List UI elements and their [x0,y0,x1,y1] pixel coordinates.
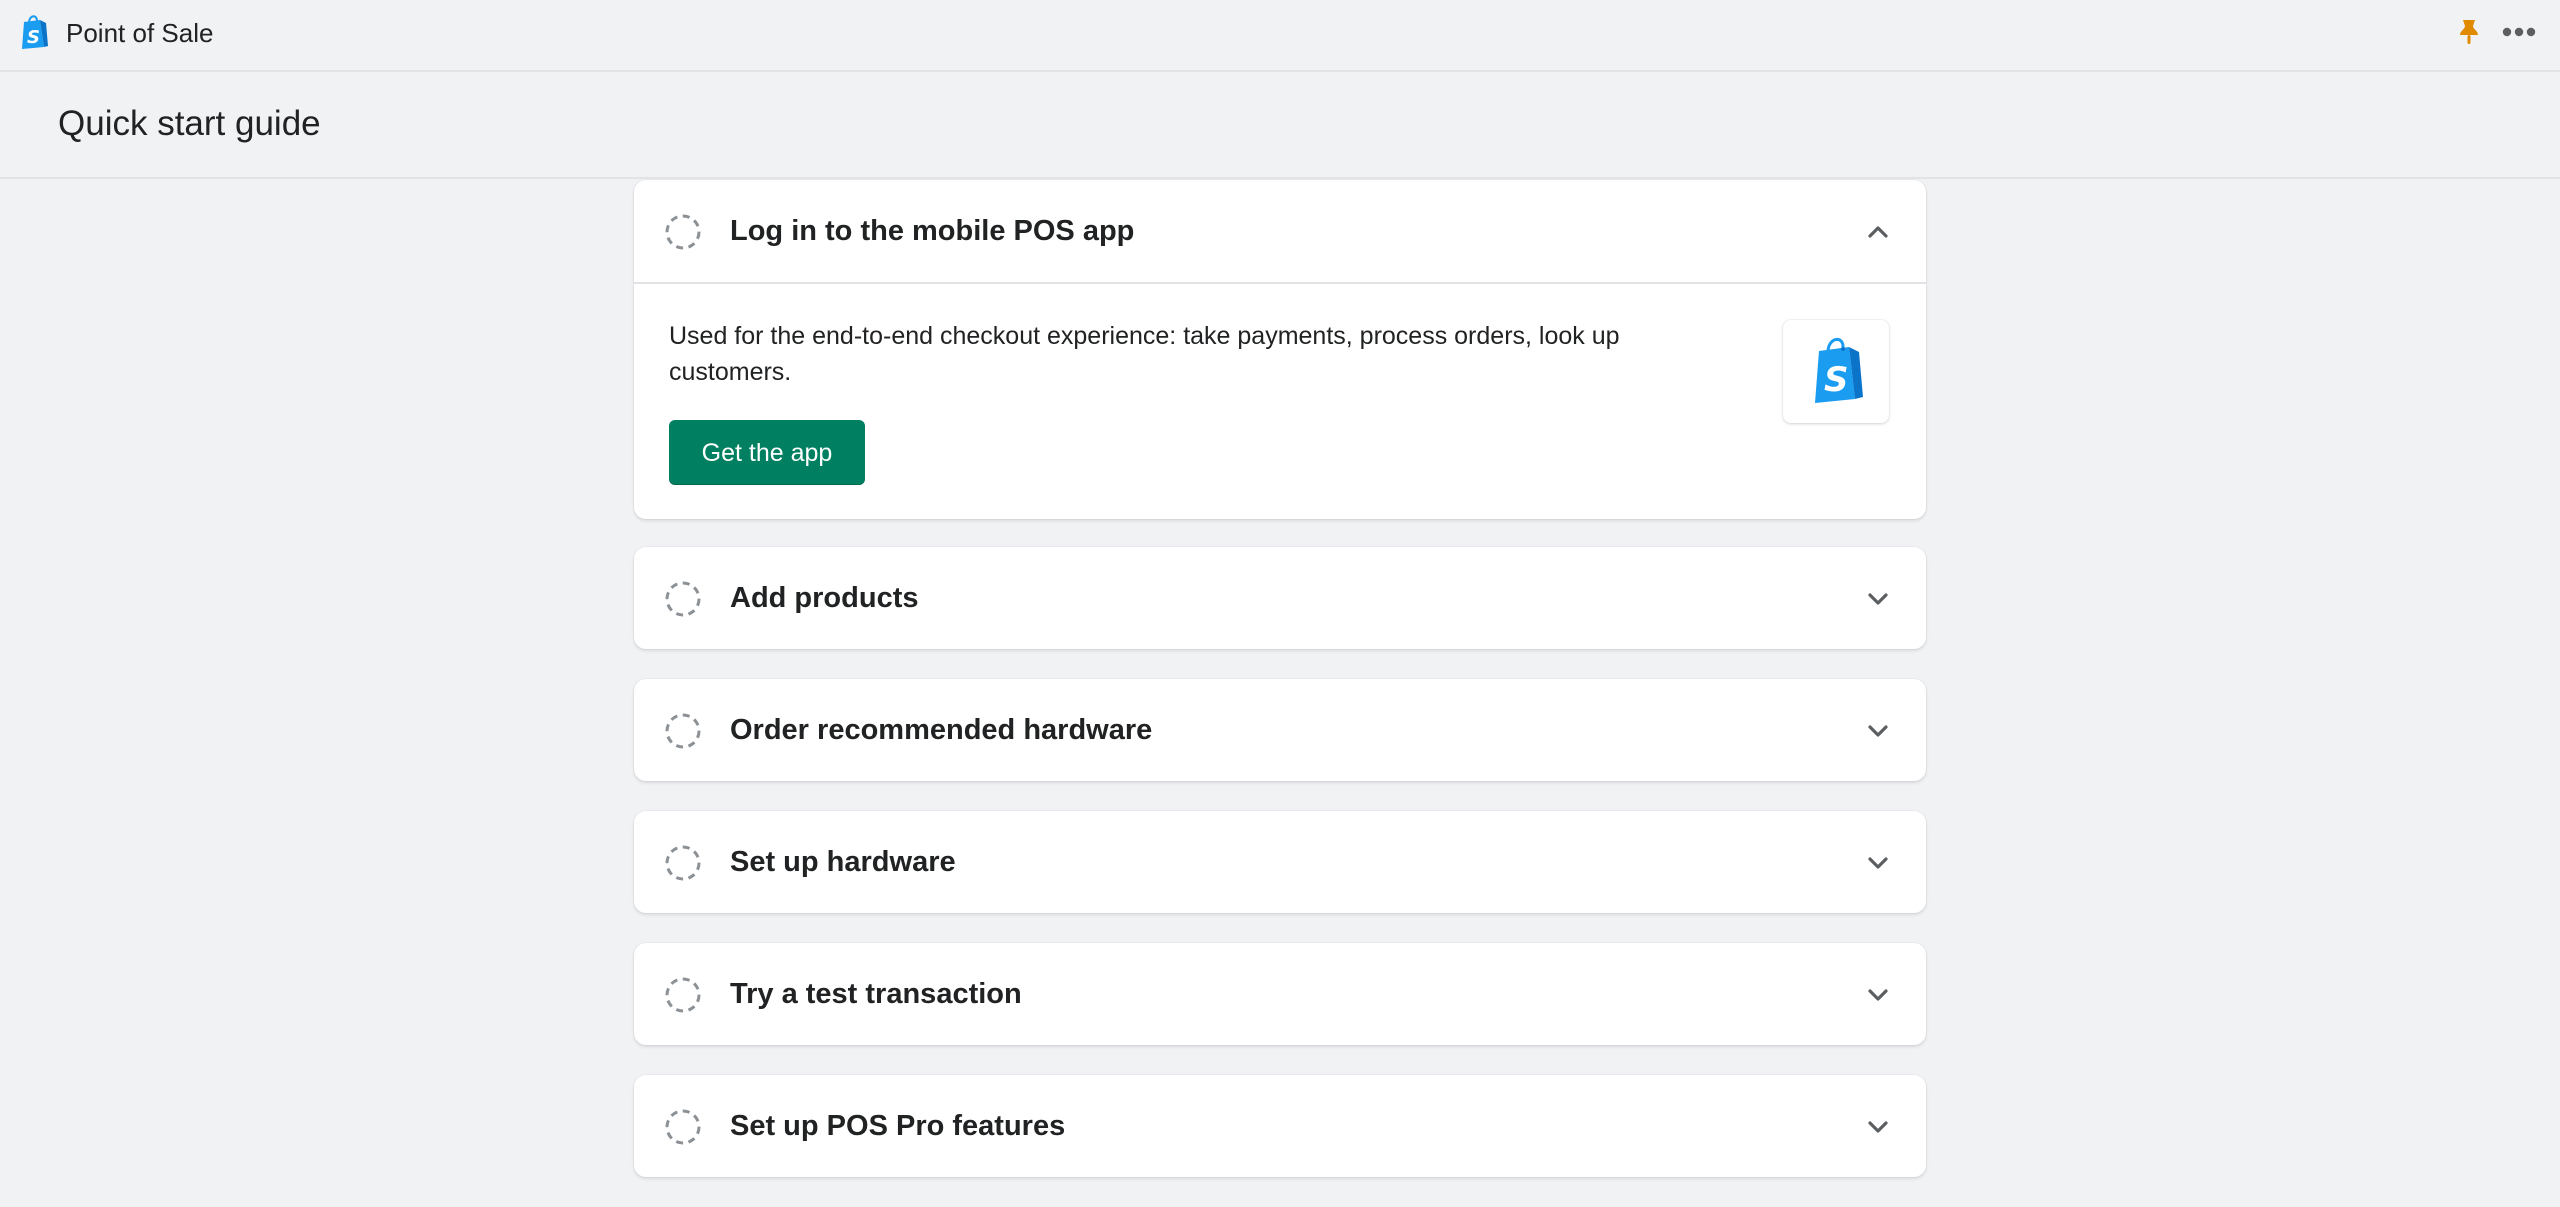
incomplete-status-icon [665,214,701,250]
shopify-bag-icon: S [22,15,48,49]
step-title: Set up hardware [730,846,956,878]
step-title: Set up POS Pro features [730,1110,1066,1142]
step-card-pos-pro: Set up POS Pro features [634,1075,1926,1177]
svg-text:S: S [1824,360,1849,400]
step-header[interactable]: Try a test transaction [634,943,1926,1045]
step-header[interactable]: Set up POS Pro features [634,1075,1926,1177]
step-body: Used for the end-to-end checkout experie… [634,282,1926,519]
step-title: Order recommended hardware [730,714,1153,746]
incomplete-status-icon [665,1109,701,1145]
step-card-log-in: Log in to the mobile POS app Used for th… [634,180,1926,519]
chevron-down-icon[interactable] [1864,981,1892,1009]
page-header: Quick start guide [0,72,2560,179]
step-header[interactable]: Log in to the mobile POS app [634,180,1926,282]
step-title: Try a test transaction [730,978,1022,1010]
incomplete-status-icon [665,713,701,749]
chevron-up-icon[interactable] [1864,218,1892,246]
incomplete-status-icon [665,581,701,617]
step-header[interactable]: Add products [634,547,1926,649]
step-description: Used for the end-to-end checkout experie… [669,322,1620,386]
step-title: Add products [730,582,919,614]
page-title: Quick start guide [58,104,321,143]
incomplete-status-icon [665,845,701,881]
incomplete-status-icon [665,977,701,1013]
step-header[interactable]: Order recommended hardware [634,679,1926,781]
shopify-pos-app-icon: S [1815,338,1863,403]
more-horizontal-icon[interactable] [2498,18,2540,46]
top-bar: S Point of Sale [0,0,2560,72]
step-card-order-hardware: Order recommended hardware [634,679,1926,781]
chevron-down-icon[interactable] [1864,717,1892,745]
chevron-down-icon[interactable] [1864,585,1892,613]
svg-text:S: S [27,27,40,48]
app-title: Point of Sale [66,18,214,48]
step-header[interactable]: Set up hardware [634,811,1926,913]
step-card-set-up-hardware: Set up hardware [634,811,1926,913]
step-title: Log in to the mobile POS app [730,215,1135,247]
chevron-down-icon[interactable] [1864,849,1892,877]
get-the-app-button[interactable]: Get the app [669,420,865,485]
pin-icon[interactable] [2456,16,2482,48]
step-card-add-products: Add products [634,547,1926,649]
step-card-test-transaction: Try a test transaction [634,943,1926,1045]
pos-app-image: S [1783,320,1889,423]
chevron-down-icon[interactable] [1864,1113,1892,1141]
